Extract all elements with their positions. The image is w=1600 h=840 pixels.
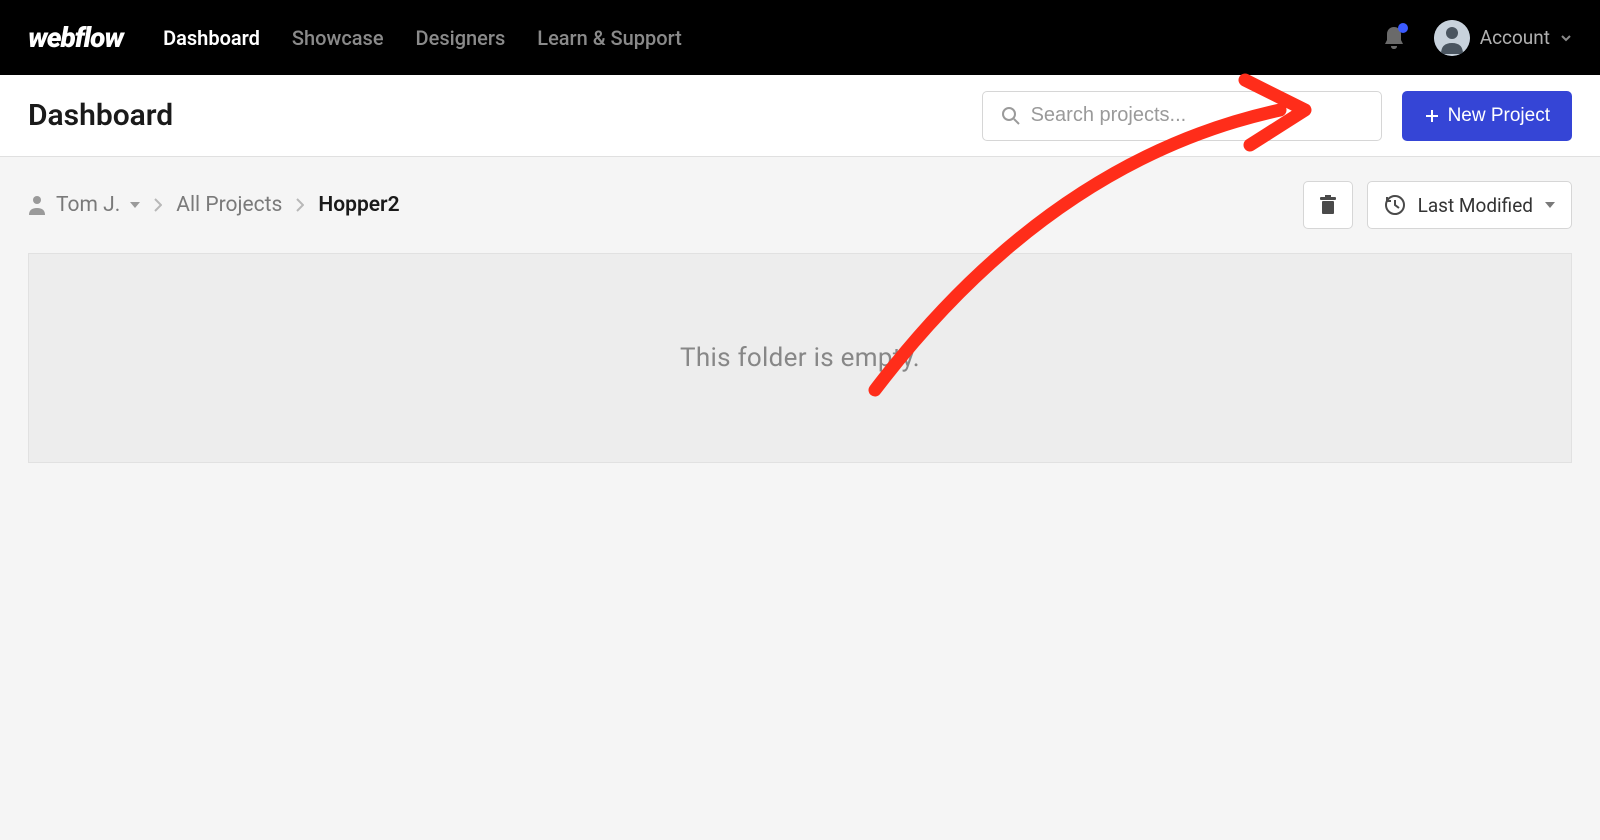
search-input[interactable] <box>1031 104 1363 127</box>
notification-dot <box>1398 23 1408 33</box>
chevron-down-icon <box>1560 34 1572 42</box>
delete-button[interactable] <box>1303 181 1353 229</box>
nav-showcase[interactable]: Showcase <box>292 26 384 50</box>
notifications-button[interactable] <box>1382 25 1406 51</box>
trash-icon <box>1319 195 1337 215</box>
search-box[interactable] <box>982 91 1382 141</box>
breadcrumb-current: Hopper2 <box>318 193 399 217</box>
search-icon <box>1001 106 1021 126</box>
breadcrumb: Tom J. All Projects Hopper2 <box>28 193 1303 217</box>
chevron-right-icon <box>296 198 304 212</box>
nav-designers[interactable]: Designers <box>416 26 506 50</box>
avatar <box>1434 20 1470 56</box>
empty-message: This folder is empty. <box>680 343 920 373</box>
account-menu[interactable]: Account <box>1434 20 1572 56</box>
breadcrumb-user[interactable]: Tom J. <box>28 193 140 217</box>
nav-right: Account <box>1382 20 1572 56</box>
toolbar: Tom J. All Projects Hopper2 <box>28 181 1572 229</box>
chevron-right-icon <box>154 198 162 212</box>
breadcrumb-item-label: All Projects <box>176 193 282 217</box>
nav-learn-support[interactable]: Learn & Support <box>537 26 682 50</box>
clock-sort-icon <box>1384 194 1406 216</box>
top-nav: webflow Dashboard Showcase Designers Lea… <box>0 0 1600 75</box>
nav-links: Dashboard Showcase Designers Learn & Sup… <box>163 26 1382 50</box>
new-project-label: New Project <box>1448 105 1550 127</box>
content: Tom J. All Projects Hopper2 <box>0 157 1600 487</box>
empty-folder-panel: This folder is empty. <box>28 253 1572 463</box>
sort-button[interactable]: Last Modified <box>1367 181 1572 229</box>
sort-label: Last Modified <box>1418 194 1533 217</box>
brand-logo[interactable]: webflow <box>28 21 123 54</box>
toolbar-right: Last Modified <box>1303 181 1572 229</box>
subheader: Dashboard New Project <box>0 75 1600 157</box>
page-title: Dashboard <box>28 98 962 133</box>
caret-down-icon <box>130 202 140 208</box>
breadcrumb-all-projects[interactable]: All Projects <box>176 193 282 217</box>
account-label: Account <box>1480 26 1550 49</box>
caret-down-icon <box>1545 202 1555 208</box>
breadcrumb-user-label: Tom J. <box>56 193 120 217</box>
new-project-button[interactable]: New Project <box>1402 91 1572 141</box>
breadcrumb-item-label: Hopper2 <box>318 193 399 217</box>
person-icon <box>28 195 46 215</box>
plus-icon <box>1424 108 1440 124</box>
nav-dashboard[interactable]: Dashboard <box>163 26 260 50</box>
